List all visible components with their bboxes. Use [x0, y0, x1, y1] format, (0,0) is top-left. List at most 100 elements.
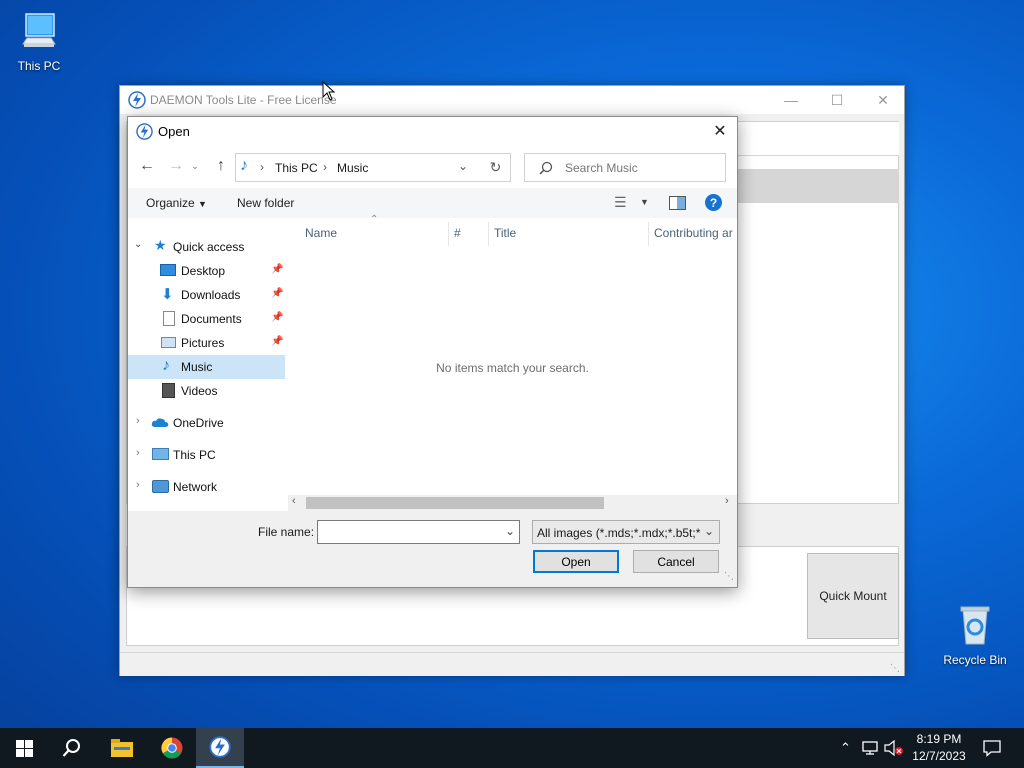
column-divider[interactable] — [488, 222, 489, 246]
horizontal-scrollbar[interactable]: ‹ › — [288, 495, 737, 511]
pin-icon: 📌 — [271, 288, 284, 299]
empty-message: No items match your search. — [436, 361, 589, 375]
volume-muted-icon[interactable] — [884, 740, 904, 756]
resize-grip-icon[interactable]: ⋱ — [890, 663, 900, 674]
system-clock[interactable]: 8:19 PM 12/7/2023 — [906, 731, 972, 765]
file-type-select[interactable]: All images (*.mds;*.mdx;*.b5t;* ⌄ — [532, 520, 720, 544]
caret-down-icon: ▼ — [198, 199, 207, 209]
file-name-label: File name: — [258, 525, 315, 539]
daemon-tools-taskbar-button[interactable] — [196, 728, 244, 768]
desktop-icon-label: Recycle Bin — [943, 653, 1007, 667]
desktop-icon-recycle-bin[interactable]: Recycle Bin — [937, 602, 1013, 667]
dialog-close-button[interactable]: ✕ — [702, 119, 738, 143]
file-type-value: All images (*.mds;*.mdx;*.b5t;* — [537, 526, 701, 540]
pin-icon: 📌 — [271, 312, 284, 323]
arrow-left-icon: ← — [139, 157, 155, 174]
column-header-name[interactable]: Name — [305, 226, 337, 240]
desktop-icon-this-pc[interactable]: This PC — [1, 10, 77, 73]
scroll-right-icon[interactable]: › — [725, 495, 729, 507]
column-header-title[interactable]: Title — [494, 226, 516, 240]
breadcrumb-music[interactable]: Music — [337, 161, 368, 175]
dialog-toolbar: Organize ▼ New folder ☰ ▼ ? — [128, 188, 737, 218]
navigation-pane: ⌄ ★ Quick access Desktop 📌 ⬇ Downloads 📌… — [128, 218, 286, 510]
pictures-icon — [161, 337, 176, 348]
computer-icon — [22, 13, 56, 47]
nav-item-pictures[interactable]: Pictures 📌 — [128, 331, 285, 355]
folder-icon — [111, 739, 133, 757]
resize-grip-icon[interactable]: ⋱ — [724, 571, 734, 582]
new-folder-button[interactable]: New folder — [237, 196, 294, 210]
music-icon: ♪ — [240, 157, 248, 174]
nav-item-this-pc[interactable]: › This PC — [128, 443, 285, 467]
daemon-status-bar: ⋱ — [120, 652, 904, 676]
column-divider[interactable] — [448, 222, 449, 246]
refresh-icon: ↻ — [489, 159, 502, 175]
quick-mount-button[interactable]: Quick Mount — [807, 553, 899, 639]
nav-item-onedrive[interactable]: › OneDrive — [128, 411, 285, 435]
clock-time: 8:19 PM — [916, 732, 962, 746]
start-button[interactable] — [0, 728, 48, 768]
breadcrumb-this-pc[interactable]: This PC — [275, 161, 318, 175]
file-list-view[interactable]: ⌃ Name # Title Contributing ar No items … — [288, 214, 737, 492]
column-header-number[interactable]: # — [454, 226, 461, 240]
nav-quick-access[interactable]: ⌄ ★ Quick access — [128, 235, 285, 259]
organize-button[interactable]: Organize ▼ — [146, 196, 207, 210]
open-button[interactable]: Open — [533, 550, 619, 573]
forward-button[interactable]: → — [163, 154, 189, 178]
back-button[interactable]: ← — [134, 154, 160, 178]
download-icon: ⬇ — [161, 286, 174, 303]
clock-date: 12/7/2023 — [912, 749, 966, 763]
nav-item-desktop[interactable]: Desktop 📌 — [128, 259, 285, 283]
caret-down-icon[interactable]: ▼ — [640, 197, 649, 207]
minimize-button[interactable]: — — [768, 86, 814, 114]
column-divider[interactable] — [648, 222, 649, 246]
close-icon: ✕ — [877, 91, 889, 108]
address-bar[interactable]: ♪ › This PC › Music ⌄ — [235, 153, 511, 182]
network-status-icon[interactable] — [862, 740, 880, 756]
daemon-tools-icon — [209, 736, 231, 758]
nav-item-documents[interactable]: Documents 📌 — [128, 307, 285, 331]
daemon-titlebar[interactable]: DAEMON Tools Lite - Free License — ☐ ✕ — [120, 86, 904, 114]
column-header-contributing-artists[interactable]: Contributing ar — [654, 226, 733, 240]
cancel-button[interactable]: Cancel — [633, 550, 719, 573]
recent-locations-button[interactable]: ⌄ — [188, 154, 202, 178]
arrow-up-icon: ↑ — [217, 157, 225, 174]
nav-item-network[interactable]: › Network — [128, 475, 285, 499]
help-icon[interactable]: ? — [705, 194, 722, 211]
file-explorer-button[interactable] — [98, 728, 146, 768]
computer-icon — [152, 448, 169, 460]
breadcrumb-separator-icon: › — [260, 160, 264, 174]
maximize-icon: ☐ — [830, 91, 844, 108]
preview-pane-icon[interactable] — [669, 196, 686, 210]
nav-label: Documents — [181, 312, 242, 326]
windows-logo-icon — [15, 739, 33, 757]
nav-label: Network — [173, 480, 218, 494]
file-name-input[interactable]: ⌄ — [317, 520, 520, 544]
scrollbar-thumb[interactable] — [306, 497, 604, 509]
chrome-button[interactable] — [148, 728, 196, 768]
view-options-icon[interactable]: ☰ — [614, 194, 627, 211]
nav-item-downloads[interactable]: ⬇ Downloads 📌 — [128, 283, 285, 307]
nav-label: OneDrive — [173, 416, 224, 430]
chevron-up-icon[interactable]: ⌃ — [840, 740, 851, 756]
up-button[interactable]: ↑ — [208, 154, 234, 178]
quick-mount-label: Quick Mount — [819, 589, 887, 603]
search-button[interactable] — [48, 728, 96, 768]
close-button[interactable]: ✕ — [860, 86, 906, 114]
organize-label: Organize — [146, 196, 195, 210]
nav-item-music[interactable]: ♪ Music — [128, 355, 285, 379]
search-icon — [62, 739, 80, 757]
search-input[interactable]: Search Music — [524, 153, 726, 182]
chevron-right-icon: › — [136, 479, 140, 491]
nav-label: Music — [181, 360, 213, 374]
chevron-down-icon: ⌄ — [190, 160, 200, 172]
nav-item-videos[interactable]: Videos — [128, 379, 285, 403]
chevron-down-icon[interactable]: ⌄ — [505, 524, 515, 538]
maximize-button[interactable]: ☐ — [814, 86, 860, 114]
address-dropdown-icon[interactable]: ⌄ — [458, 159, 468, 173]
network-icon — [152, 480, 169, 493]
dialog-footer: File name: ⌄ All images (*.mds;*.mdx;*.b… — [128, 511, 737, 587]
notifications-icon[interactable] — [983, 739, 1001, 757]
refresh-button[interactable]: ↻ — [481, 153, 511, 182]
scroll-left-icon[interactable]: ‹ — [292, 495, 296, 507]
